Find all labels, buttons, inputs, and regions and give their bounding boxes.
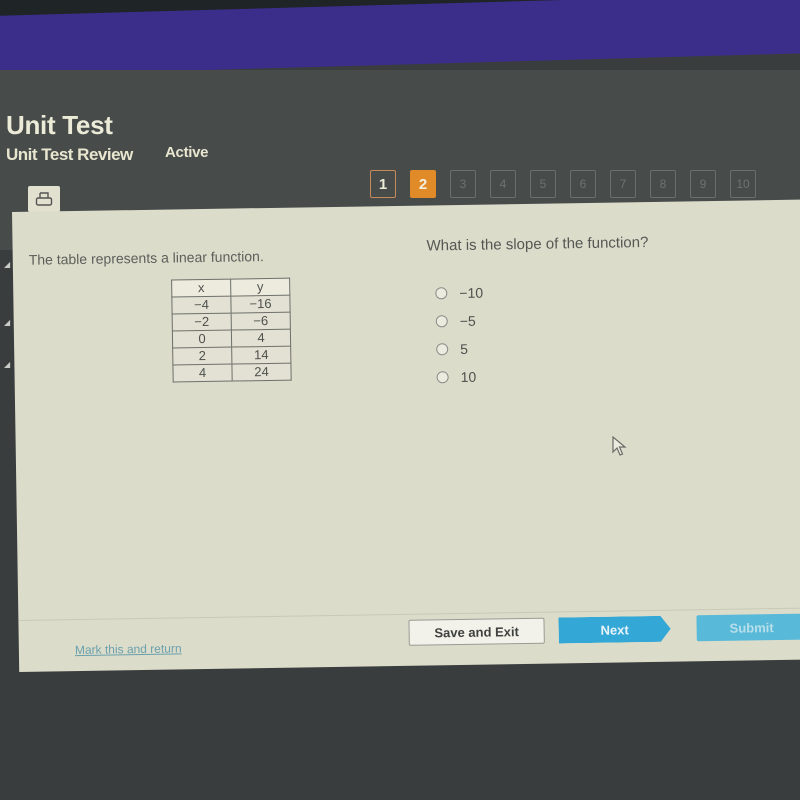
top-banner (0, 0, 800, 76)
table-cell: −4 (171, 296, 232, 314)
option-label: −10 (459, 284, 484, 301)
side-arrow-icon: ◢ (4, 260, 11, 269)
table-row: 2 14 (172, 346, 291, 365)
column-header-x: x (171, 279, 231, 297)
table-cell: 2 (172, 347, 232, 365)
question-navigator: 1 2 3 4 5 6 7 8 9 10 (370, 170, 756, 198)
question-panel: The table represents a linear function. … (12, 199, 800, 672)
side-tab[interactable]: ◢ (0, 340, 14, 400)
answer-option[interactable]: −10 (435, 279, 483, 308)
function-table: x y −4 −16 −2 −6 0 4 2 14 4 24 (171, 278, 292, 383)
side-arrow-icon: ◢ (4, 360, 11, 369)
activity-subtitle: Unit Test Review (6, 145, 133, 164)
question-button-4[interactable]: 4 (490, 170, 516, 198)
question-button-6[interactable]: 6 (570, 170, 596, 198)
answer-option[interactable]: 10 (436, 363, 484, 392)
radio-button[interactable] (435, 287, 448, 300)
print-button[interactable] (28, 186, 60, 212)
mouse-cursor-icon (612, 436, 627, 456)
radio-button[interactable] (436, 371, 449, 384)
side-arrow-icon: ◢ (4, 318, 11, 327)
option-label: −5 (459, 312, 476, 329)
answer-options: −10 −5 5 10 (435, 279, 485, 392)
question-button-1[interactable]: 1 (370, 170, 396, 198)
question-button-7[interactable]: 7 (610, 170, 636, 198)
table-cell: 4 (231, 329, 291, 348)
table-cell: 4 (172, 364, 233, 382)
table-row: −4 −16 (171, 295, 291, 314)
table-cell: −2 (172, 313, 232, 331)
option-label: 5 (460, 340, 469, 357)
question-button-2[interactable]: 2 (410, 170, 436, 198)
question-button-10[interactable]: 10 (730, 170, 756, 198)
question-button-9[interactable]: 9 (690, 170, 716, 198)
status-label: Active (165, 144, 209, 161)
table-row: 4 24 (172, 363, 292, 382)
answer-option[interactable]: −5 (435, 307, 484, 336)
answer-option[interactable]: 5 (436, 335, 484, 364)
submit-button[interactable]: Submit (696, 613, 800, 642)
table-cell: −16 (230, 295, 291, 314)
question-prompt: The table represents a linear function. (28, 248, 264, 268)
page-title: Unit Test (6, 110, 113, 140)
table-cell: 0 (172, 330, 232, 348)
table-row: 0 4 (172, 329, 291, 348)
mark-and-return-link[interactable]: Mark this and return (75, 641, 182, 657)
question-button-8[interactable]: 8 (650, 170, 676, 198)
table-cell: 14 (231, 346, 291, 365)
radio-button[interactable] (436, 343, 449, 356)
next-button[interactable]: Next (558, 616, 670, 644)
table-header-row: x y (171, 278, 290, 297)
save-and-exit-button[interactable]: Save and Exit (408, 617, 545, 646)
radio-button[interactable] (435, 315, 448, 328)
question-button-5[interactable]: 5 (530, 170, 556, 198)
table-row: −2 −6 (172, 312, 291, 331)
question-text: What is the slope of the function? (426, 234, 649, 255)
option-label: 10 (460, 368, 477, 385)
column-header-y: y (230, 278, 290, 297)
table-cell: −6 (231, 312, 291, 331)
question-button-3[interactable]: 3 (450, 170, 476, 198)
table-cell: 24 (231, 363, 292, 382)
printer-icon (35, 192, 53, 206)
